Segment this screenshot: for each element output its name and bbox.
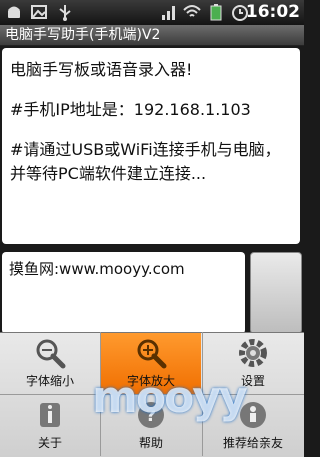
intro-text: 电脑手写板或语音录入器!: [10, 60, 193, 79]
send-button[interactable]: [250, 252, 302, 334]
gear-icon: [239, 339, 267, 367]
help-icon: ?: [138, 402, 164, 428]
menu-item-font-larger[interactable]: 字体放大: [101, 333, 201, 395]
menu-item-recommend[interactable]: 推荐给亲友: [203, 395, 303, 457]
share-icon: [240, 402, 266, 428]
menu-label: 字体缩小: [25, 374, 74, 388]
usb-icon: [59, 5, 71, 21]
menu-label: 字体放大: [126, 374, 175, 388]
text-input[interactable]: 摸鱼网:www.mooyy.com: [2, 252, 245, 334]
menu-label: 帮助: [138, 436, 163, 450]
menu-item-about[interactable]: 关于: [0, 395, 100, 457]
zoom-out-icon: [36, 339, 66, 369]
wifi-icon: [183, 5, 201, 17]
info-icon: [40, 403, 60, 427]
zoom-in-icon: [137, 339, 167, 369]
connection-instructions: #请通过USB或WiFi连接手机与电脑，并等待PC端软件建立连接...: [10, 140, 281, 183]
menu-label: 推荐给亲友: [222, 436, 283, 450]
menu-item-settings[interactable]: 设置: [203, 333, 303, 395]
image-icon: [31, 5, 47, 19]
app-title: 电脑手写助手(手机端)V2: [0, 25, 304, 46]
status-bar: 16:02: [0, 0, 304, 26]
clock: 16:02: [245, 2, 300, 22]
menu-label: 关于: [37, 436, 62, 450]
divider: [0, 394, 304, 395]
signal-icon: [162, 6, 175, 20]
android-icon: [8, 6, 20, 18]
menu-label: 设置: [240, 374, 265, 388]
battery-icon: [210, 4, 222, 21]
menu-item-help[interactable]: ? 帮助: [101, 395, 201, 457]
svg-text:?: ?: [146, 405, 156, 426]
ip-address-text: #手机IP地址是：192.168.1.103: [10, 100, 251, 119]
menu-item-font-smaller[interactable]: 字体缩小: [0, 333, 100, 395]
status-text-area: 电脑手写板或语音录入器! #手机IP地址是：192.168.1.103 #请通过…: [2, 48, 300, 244]
